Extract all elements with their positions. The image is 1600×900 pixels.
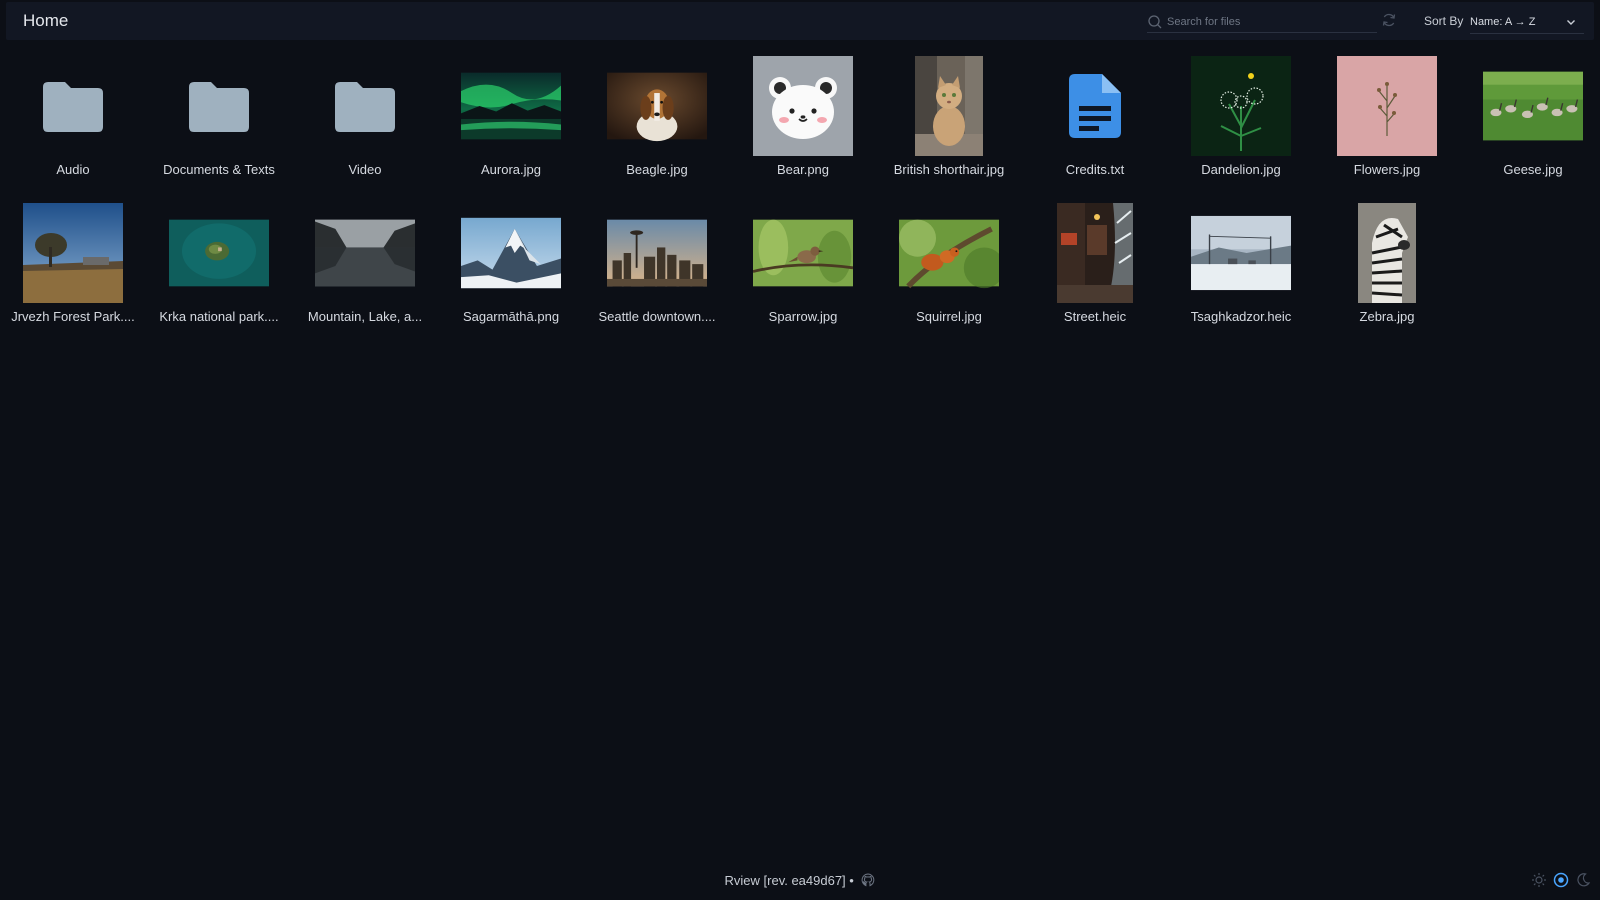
app-version: Rview [rev. ea49d67] • <box>724 873 854 888</box>
item-label: Credits.txt <box>1065 162 1125 177</box>
seattle-thumbnail <box>607 203 707 303</box>
system-theme-button[interactable] <box>1552 872 1570 893</box>
file-item[interactable]: Tsaghkadzor.heic <box>1168 199 1314 346</box>
bear-thumbnail <box>753 56 853 156</box>
dandelion-thumbnail <box>1191 56 1291 156</box>
file-item[interactable]: Bear.png <box>730 52 876 199</box>
item-label: Bear.png <box>776 162 830 177</box>
light-theme-button[interactable] <box>1530 872 1548 893</box>
item-label: Mountain, Lake, a... <box>307 309 423 324</box>
item-label: Tsaghkadzor.heic <box>1190 309 1292 324</box>
file-item[interactable]: Squirrel.jpg <box>876 199 1022 346</box>
file-item[interactable]: Dandelion.jpg <box>1168 52 1314 199</box>
footer: Rview [rev. ea49d67] • <box>0 873 1600 888</box>
folder-item[interactable]: Documents & Texts <box>146 52 292 199</box>
item-label: Flowers.jpg <box>1353 162 1421 177</box>
folder-icon <box>315 56 415 156</box>
refresh-button[interactable] <box>1380 13 1398 31</box>
item-label: British shorthair.jpg <box>893 162 1005 177</box>
krka-thumbnail <box>169 203 269 303</box>
folder-item[interactable]: Video <box>292 52 438 199</box>
beagle-thumbnail <box>607 56 707 156</box>
file-item[interactable]: Zebra.jpg <box>1314 199 1460 346</box>
refresh-icon <box>1381 12 1397 33</box>
folder-icon <box>23 56 123 156</box>
item-label: Krka national park.... <box>159 309 279 324</box>
breadcrumb-home[interactable]: Home <box>23 11 68 31</box>
item-label: Beagle.jpg <box>626 162 688 177</box>
item-label: Geese.jpg <box>1503 162 1563 177</box>
system-theme-icon <box>1553 872 1569 893</box>
street-thumbnail <box>1045 203 1145 303</box>
file-item[interactable]: Seattle downtown.... <box>584 199 730 346</box>
theme-switcher <box>1530 872 1592 893</box>
file-item[interactable]: Credits.txt <box>1022 52 1168 199</box>
text-file-icon <box>1045 56 1145 156</box>
github-icon[interactable] <box>861 873 875 887</box>
search-box <box>1147 11 1377 33</box>
item-label: Jrvezh Forest Park.... <box>11 309 135 324</box>
item-label: Zebra.jpg <box>1359 309 1415 324</box>
file-item[interactable]: British shorthair.jpg <box>876 52 1022 199</box>
file-item[interactable]: Geese.jpg <box>1460 52 1600 199</box>
item-label: Street.heic <box>1063 309 1127 324</box>
file-grid: Audio Documents & Texts Video Aurora.jpg… <box>0 52 1600 346</box>
search-input[interactable] <box>1167 15 1367 28</box>
moon-icon <box>1575 872 1591 893</box>
dark-theme-button[interactable] <box>1574 872 1592 893</box>
sagarmatha-thumbnail <box>461 203 561 303</box>
file-item[interactable]: Sparrow.jpg <box>730 199 876 346</box>
tsaghkadzor-thumbnail <box>1191 203 1291 303</box>
zebra-thumbnail <box>1337 203 1437 303</box>
folder-item[interactable]: Audio <box>0 52 146 199</box>
sort-by-label: Sort By <box>1424 14 1464 28</box>
file-item[interactable]: Sagarmāthā.png <box>438 199 584 346</box>
file-item[interactable]: Beagle.jpg <box>584 52 730 199</box>
item-label: Sparrow.jpg <box>768 309 838 324</box>
file-item[interactable]: Mountain, Lake, a... <box>292 199 438 346</box>
sun-icon <box>1531 872 1547 893</box>
forest-park-thumbnail <box>23 203 123 303</box>
top-bar: Home Sort By Name: A → Z <box>6 2 1594 40</box>
chevron-down-icon <box>1564 15 1578 29</box>
flowers-thumbnail <box>1337 56 1437 156</box>
item-label: Sagarmāthā.png <box>462 309 560 324</box>
item-label: Video <box>348 162 382 177</box>
item-label: Audio <box>56 162 90 177</box>
item-label: Squirrel.jpg <box>916 309 982 324</box>
geese-thumbnail <box>1483 56 1583 156</box>
item-label: Documents & Texts <box>163 162 275 177</box>
search-icon <box>1147 14 1163 30</box>
file-browser-app: Home Sort By Name: A → Z Audio <box>0 0 1600 900</box>
folder-icon <box>169 56 269 156</box>
file-item[interactable]: Street.heic <box>1022 199 1168 346</box>
cat-thumbnail <box>899 56 999 156</box>
item-label: Dandelion.jpg <box>1201 162 1281 177</box>
file-item[interactable]: Jrvezh Forest Park.... <box>0 199 146 346</box>
item-label: Seattle downtown.... <box>598 309 716 324</box>
sort-value: Name: A → Z <box>1470 15 1536 28</box>
sparrow-thumbnail <box>753 203 853 303</box>
file-item[interactable]: Flowers.jpg <box>1314 52 1460 199</box>
file-item[interactable]: Aurora.jpg <box>438 52 584 199</box>
item-label: Aurora.jpg <box>481 162 541 177</box>
file-item[interactable]: Krka national park.... <box>146 199 292 346</box>
sort-select[interactable]: Name: A → Z <box>1470 10 1584 34</box>
aurora-thumbnail <box>461 56 561 156</box>
squirrel-thumbnail <box>899 203 999 303</box>
mountain-lake-thumbnail <box>315 203 415 303</box>
